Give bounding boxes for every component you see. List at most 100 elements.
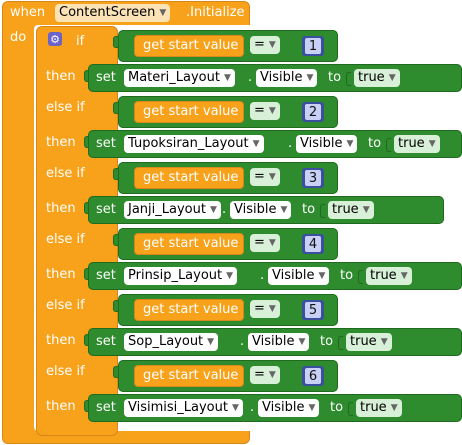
branch-keyword-label: else if — [46, 364, 85, 379]
boolean-value: true — [350, 334, 377, 349]
compare-operator-dropdown[interactable]: = ▼ — [250, 234, 280, 252]
property-dropdown[interactable]: Visible ▼ — [296, 135, 358, 153]
then-label: then — [46, 69, 76, 84]
dot-label: . — [222, 202, 227, 217]
property-name: Visible — [300, 136, 343, 151]
boolean-dropdown[interactable]: true ▼ — [328, 201, 374, 219]
layout-name: Prinsip_Layout — [128, 268, 223, 283]
compare-operator-dropdown[interactable]: = ▼ — [250, 366, 280, 384]
dot-label: . — [240, 334, 245, 349]
boolean-dropdown[interactable]: true ▼ — [346, 333, 392, 351]
value-connector — [386, 138, 391, 152]
get-start-value-label: get start value — [143, 104, 239, 119]
compare-operator-dropdown[interactable]: = ▼ — [250, 168, 280, 186]
set-label: set — [96, 400, 116, 415]
chevron-down-icon: ▼ — [306, 73, 314, 83]
number-block[interactable]: 5 — [302, 300, 324, 320]
to-label: to — [368, 136, 382, 151]
set-label: set — [96, 136, 116, 151]
number-value[interactable]: 1 — [305, 38, 321, 54]
chevron-down-icon: ▼ — [298, 337, 306, 347]
get-start-value-label: get start value — [143, 170, 239, 185]
dot-label: . — [260, 268, 265, 283]
number-block[interactable]: 4 — [302, 234, 324, 254]
component-name: ContentScreen — [59, 5, 156, 20]
set-label: set — [96, 268, 116, 283]
boolean-dropdown[interactable]: true ▼ — [394, 135, 440, 153]
set-label: set — [96, 70, 116, 85]
property-dropdown[interactable]: Visible ▼ — [268, 267, 330, 285]
get-start-value-label: get start value — [143, 236, 239, 251]
property-dropdown[interactable]: Visible ▼ — [248, 333, 310, 351]
operator-symbol: = — [254, 37, 265, 52]
number-value[interactable]: 2 — [305, 104, 321, 120]
branch-keyword-label: else if — [46, 166, 85, 181]
then-label: then — [46, 267, 76, 282]
chevron-down-icon: ▼ — [318, 271, 326, 281]
boolean-value: true — [398, 136, 425, 151]
branch-keyword-label: else if — [46, 232, 85, 247]
value-connector — [348, 402, 353, 416]
chevron-down-icon: ▼ — [252, 139, 260, 149]
operator-symbol: = — [254, 169, 265, 184]
gear-icon[interactable]: ⚙ — [48, 32, 62, 46]
chevron-down-icon: ▼ — [268, 40, 276, 50]
property-name: Visible — [272, 268, 315, 283]
property-name: Visible — [262, 400, 305, 415]
branch-keyword-label: else if — [46, 100, 85, 115]
layout-dropdown[interactable]: Prinsip_Layout ▼ — [124, 267, 238, 285]
then-label: then — [46, 333, 76, 348]
operator-symbol: = — [254, 301, 265, 316]
boolean-dropdown[interactable]: true ▼ — [354, 69, 400, 87]
value-connector — [346, 72, 351, 86]
to-label: to — [328, 70, 342, 85]
value-connector — [358, 270, 363, 284]
branch-keyword-label: if — [76, 34, 85, 49]
property-dropdown[interactable]: Visible ▼ — [256, 69, 318, 87]
when-label: when — [10, 5, 46, 20]
chevron-down-icon: ▼ — [268, 370, 276, 380]
number-value[interactable]: 5 — [305, 302, 321, 318]
layout-dropdown[interactable]: Tupoksiran_Layout ▼ — [124, 135, 264, 153]
number-value[interactable]: 3 — [305, 170, 321, 186]
number-block[interactable]: 6 — [302, 366, 324, 386]
chevron-down-icon: ▼ — [159, 8, 167, 18]
operator-symbol: = — [254, 367, 265, 382]
layout-dropdown[interactable]: Janji_Layout ▼ — [124, 201, 221, 219]
then-label: then — [46, 135, 76, 150]
chevron-down-icon: ▼ — [231, 403, 239, 413]
layout-name: Tupoksiran_Layout — [128, 136, 249, 151]
layout-name: Sop_Layout — [128, 334, 204, 349]
to-label: to — [302, 202, 316, 217]
number-block[interactable]: 1 — [302, 36, 324, 56]
property-name: Visible — [252, 334, 295, 349]
get-start-value-label: get start value — [143, 38, 239, 53]
then-label: then — [46, 201, 76, 216]
layout-dropdown[interactable]: Visimisi_Layout ▼ — [124, 399, 243, 417]
number-block[interactable]: 2 — [302, 102, 324, 122]
dot-label: . — [248, 70, 253, 85]
chevron-down-icon: ▼ — [268, 238, 276, 248]
layout-name: Visimisi_Layout — [128, 400, 228, 415]
boolean-dropdown[interactable]: true ▼ — [356, 399, 402, 417]
component-dropdown[interactable]: ContentScreen ▼ — [55, 4, 171, 22]
property-dropdown[interactable]: Visible ▼ — [230, 201, 292, 219]
chevron-down-icon: ▼ — [428, 139, 436, 149]
number-value[interactable]: 4 — [305, 236, 321, 252]
boolean-dropdown[interactable]: true ▼ — [366, 267, 412, 285]
property-name: Visible — [260, 70, 303, 85]
set-label: set — [96, 334, 116, 349]
number-value[interactable]: 6 — [305, 368, 321, 384]
compare-operator-dropdown[interactable]: = ▼ — [250, 102, 280, 120]
number-block[interactable]: 3 — [302, 168, 324, 188]
chevron-down-icon: ▼ — [268, 304, 276, 314]
compare-operator-dropdown[interactable]: = ▼ — [250, 36, 280, 54]
layout-dropdown[interactable]: Materi_Layout ▼ — [124, 69, 235, 87]
compare-operator-dropdown[interactable]: = ▼ — [250, 300, 280, 318]
chevron-down-icon: ▼ — [226, 271, 234, 281]
property-name: Visible — [234, 202, 277, 217]
layout-dropdown[interactable]: Sop_Layout ▼ — [124, 333, 219, 351]
operator-symbol: = — [254, 103, 265, 118]
property-dropdown[interactable]: Visible ▼ — [258, 399, 320, 417]
set-label: set — [96, 202, 116, 217]
